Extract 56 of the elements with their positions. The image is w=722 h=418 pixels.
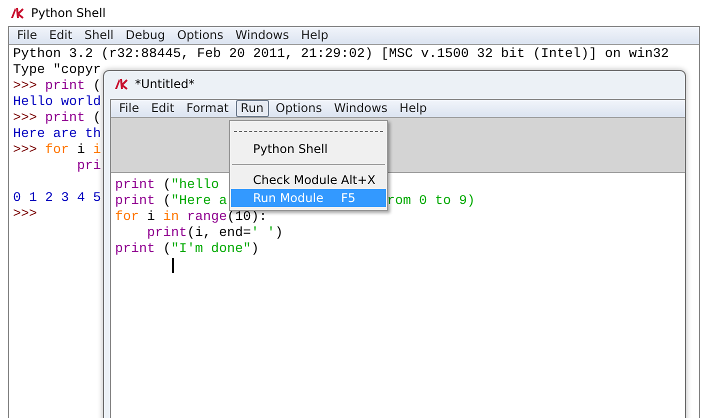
code-text: in xyxy=(163,210,180,226)
code-text: ( xyxy=(162,194,171,210)
code-text: >>> xyxy=(13,111,38,127)
code-text: "I'm done" xyxy=(171,242,251,258)
code-text: for xyxy=(45,143,69,159)
code-text: ( xyxy=(92,79,101,95)
menu-item[interactable]: Run xyxy=(236,100,269,117)
code-text: rom 0 to 9) xyxy=(387,194,475,209)
window-title: *Untitled* xyxy=(135,77,194,91)
menu-item[interactable]: Windows xyxy=(328,100,393,117)
code-text: for xyxy=(115,210,139,226)
menu-item[interactable]: Help xyxy=(394,100,432,117)
menu-item[interactable]: Edit xyxy=(44,27,78,44)
code-text: >>> xyxy=(13,79,38,95)
code-text: range xyxy=(187,210,227,226)
menu-item[interactable]: File xyxy=(114,100,144,117)
code-text: ( xyxy=(92,111,101,127)
code-text: "hello xyxy=(171,178,219,194)
menu-item[interactable]: Shell xyxy=(79,27,119,44)
menu-option[interactable]: Check Module Alt+X xyxy=(231,171,386,189)
code-text: (i, end= xyxy=(187,226,251,242)
code-text: print xyxy=(45,79,85,95)
code-text: i xyxy=(93,143,101,159)
code-text: pri xyxy=(77,159,101,175)
code-text: Python 3.2 (r32:88445, Feb 20 2011, 21:29:02) [MSC v.1500 32 bit (Intel)] on win32 xyxy=(13,47,669,63)
code-text: print xyxy=(115,178,155,194)
menu-item[interactable]: Options xyxy=(172,27,228,44)
menu-item[interactable]: Edit xyxy=(146,100,180,117)
code-text: print xyxy=(115,242,155,258)
menu-item[interactable]: Debug xyxy=(120,27,170,44)
code-text: print xyxy=(45,111,85,127)
code-text: ) xyxy=(250,242,259,258)
window-title: Python Shell xyxy=(31,6,106,20)
text-cursor xyxy=(172,258,174,273)
code-text: ( xyxy=(162,178,171,194)
code-text: ( xyxy=(162,242,171,258)
code-text: Hello world xyxy=(13,95,101,111)
code-text: "Here a xyxy=(171,194,227,210)
menu-item[interactable]: Windows xyxy=(230,27,294,44)
menu-item[interactable]: File xyxy=(12,27,42,44)
code-text: Here are th xyxy=(13,127,101,143)
code-text: Type "copyr xyxy=(13,63,101,79)
menu-item[interactable]: Help xyxy=(296,27,334,44)
code-text: 0 1 2 3 4 5 xyxy=(13,191,101,207)
code-text: ) xyxy=(275,226,283,242)
code-text: >>> xyxy=(13,143,38,159)
code-text: i xyxy=(76,143,86,159)
menu-option[interactable]: Python Shell xyxy=(231,140,386,158)
code-text: print xyxy=(115,194,155,210)
code-text: (10): xyxy=(227,210,267,226)
code-text: print xyxy=(147,226,187,242)
code-text: ' ' xyxy=(251,226,275,242)
code-text: >>> xyxy=(13,207,37,223)
code-text: i xyxy=(146,210,156,226)
menu-item[interactable]: Options xyxy=(270,100,327,117)
menu-item[interactable]: Format xyxy=(181,100,234,117)
